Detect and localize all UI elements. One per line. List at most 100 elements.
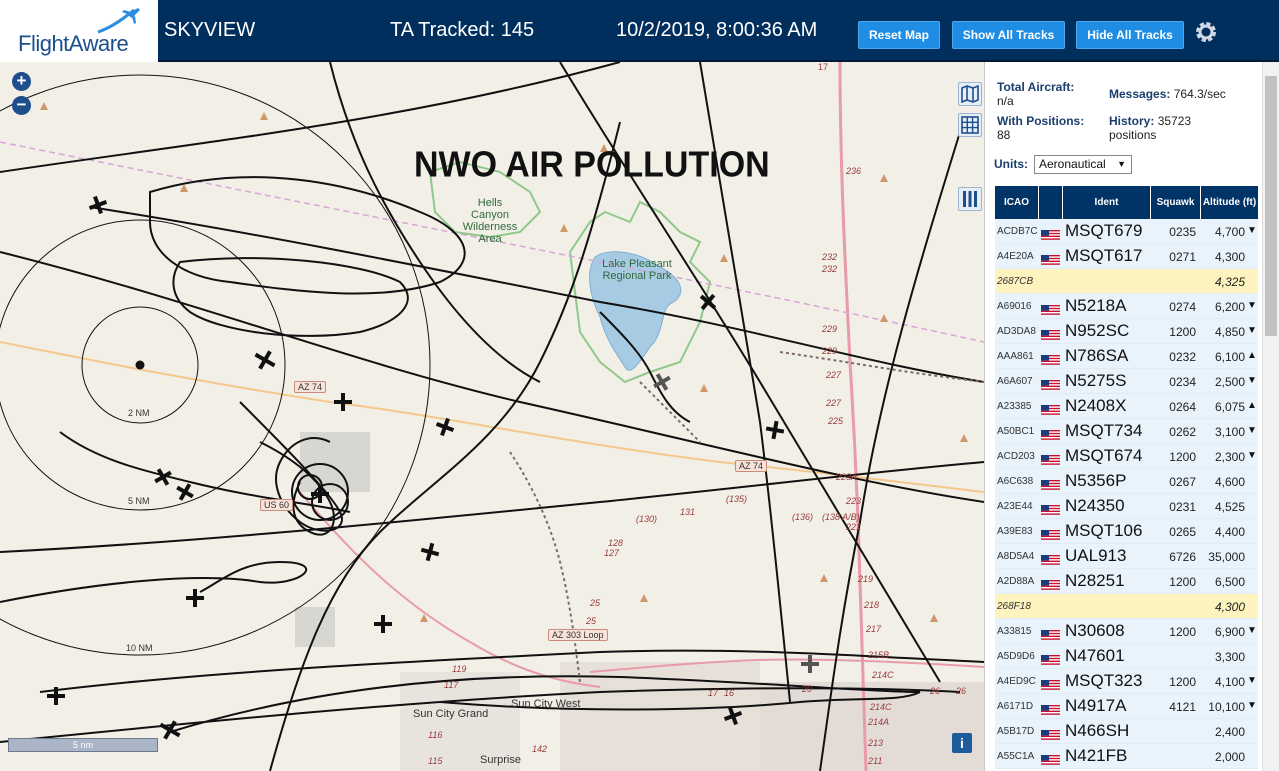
town-label: Sun City West [511, 698, 581, 710]
aircraft-squawk: 0262 [1169, 425, 1196, 439]
aircraft-icao: A4E20A [997, 251, 1034, 262]
table-row[interactable]: A6C638 N5356P 0267 4,600 [995, 469, 1258, 494]
altitude-trend-icon: ▼ [1247, 225, 1257, 236]
aircraft-altitude: 4,325 [1214, 275, 1245, 289]
highway-number: 229 [822, 324, 838, 334]
aircraft-ident: N5218A [1065, 296, 1127, 315]
aircraft-icao: ACDB7C [997, 226, 1038, 237]
hide-all-tracks-button[interactable]: Hide All Tracks [1076, 21, 1184, 49]
aircraft-ident: N24350 [1065, 496, 1125, 515]
table-row[interactable]: A69016 N5218A 0274 6,200 ▼ [995, 294, 1258, 319]
aircraft-ident: N421FB [1065, 746, 1128, 765]
aircraft-squawk: 0265 [1169, 525, 1196, 539]
panel-scrollbar[interactable] [1262, 62, 1279, 771]
aircraft-icao: AD3DA8 [997, 326, 1036, 337]
highway-number: 229 [822, 346, 838, 356]
table-row[interactable]: AD3DA8 N952SC 1200 4,850 ▼ [995, 319, 1258, 344]
aircraft-squawk: 0264 [1169, 400, 1196, 414]
road-label: AZ 303 Loop [548, 629, 608, 641]
column-header-altitude[interactable]: Altitude (ft) [1201, 186, 1258, 219]
us-flag-icon [1041, 352, 1060, 365]
altitude-trend-icon: ▼ [1247, 425, 1257, 436]
table-row[interactable]: A33815 N30608 1200 6,900 ▼ [995, 619, 1258, 644]
altitude-trend-icon: ▲ [1247, 350, 1257, 361]
map-layers-button[interactable] [958, 82, 982, 106]
grid-toggle-button[interactable] [958, 113, 982, 137]
table-row[interactable]: A2D88A N28251 1200 6,500 [995, 569, 1258, 594]
top-bar: FlightAware SKYVIEW TA Tracked: 145 10/2… [0, 0, 1279, 62]
aircraft-altitude: 6,100 [1214, 350, 1245, 364]
us-flag-icon [1041, 502, 1060, 515]
aircraft-squawk: 0235 [1169, 225, 1196, 239]
us-flag-icon [1041, 252, 1060, 265]
table-row[interactable]: A23385 N2408X 0264 6,075 ▲ [995, 394, 1258, 419]
aircraft-icao: A33815 [997, 626, 1032, 637]
aircraft-ident: MSQT679 [1065, 221, 1143, 240]
aircraft-icao: A4ED9C [997, 676, 1036, 687]
aircraft-altitude: 6,500 [1214, 575, 1245, 589]
table-row[interactable]: AAA861 N786SA 0232 6,100 ▲ [995, 344, 1258, 369]
zoom-in-button[interactable]: + [12, 72, 31, 91]
range-ring-label: 2 NM [128, 408, 150, 418]
units-selected-value: Aeronautical [1039, 157, 1106, 171]
table-row[interactable]: A4ED9C MSQT323 1200 4,100 ▼ [995, 669, 1258, 694]
aircraft-squawk: 0232 [1169, 350, 1196, 364]
flightaware-logo[interactable]: FlightAware [0, 0, 158, 62]
aircraft-ident: N28251 [1065, 571, 1125, 590]
aircraft-altitude: 6,200 [1214, 300, 1245, 314]
table-row[interactable]: A23E44 N24350 0231 4,525 [995, 494, 1258, 519]
zoom-out-button[interactable]: − [12, 96, 31, 115]
aircraft-panel: Total Aircraft: n/a With Positions: 88 M… [984, 62, 1279, 771]
scrollbar-thumb[interactable] [1265, 76, 1277, 336]
table-row[interactable]: 2687CB 4,325 [995, 269, 1258, 294]
aircraft-ident: N5356P [1065, 471, 1127, 490]
messages-value: 764.3/sec [1173, 87, 1226, 101]
show-all-tracks-button[interactable]: Show All Tracks [952, 21, 1065, 49]
us-flag-icon [1041, 302, 1060, 315]
us-flag-icon [1041, 377, 1060, 390]
table-row[interactable]: A5B17D N466SH 2,400 [995, 719, 1258, 744]
table-row[interactable]: A5D9D6 N47601 3,300 [995, 644, 1258, 669]
highway-number: 17 [818, 62, 829, 72]
column-header-icao[interactable]: ICAO [995, 186, 1039, 219]
aircraft-altitude: 3,300 [1214, 650, 1245, 664]
highway-number: 119 [452, 664, 467, 674]
table-row[interactable]: A8D5A4 UAL913 6726 35,000 [995, 544, 1258, 569]
table-row[interactable]: A50BC1 MSQT734 0262 3,100 ▼ [995, 419, 1258, 444]
aircraft-altitude: 4,300 [1214, 600, 1245, 614]
aircraft-ident: MSQT106 [1065, 521, 1143, 540]
columns-toggle-button[interactable] [958, 187, 982, 211]
aircraft-squawk: 1200 [1169, 675, 1196, 689]
table-row[interactable]: 268F18 4,300 [995, 594, 1258, 619]
units-select[interactable]: Aeronautical ▼ [1034, 155, 1132, 174]
map-canvas[interactable]: NWO AIR POLLUTION 2 NM 5 NM 10 NM AZ 74 … [0, 62, 984, 771]
aircraft-altitude: 2,400 [1214, 725, 1245, 739]
column-header-flag[interactable] [1039, 186, 1063, 219]
column-header-squawk[interactable]: Squawk [1151, 186, 1201, 219]
highway-number: 16 [724, 688, 735, 698]
logo-wordmark: FlightAware [18, 31, 129, 56]
aircraft-squawk: 1200 [1169, 450, 1196, 464]
highway-number: 227 [826, 398, 842, 408]
settings-gear-icon[interactable] [1193, 19, 1219, 45]
info-button[interactable]: i [952, 733, 972, 753]
highway-number: 131 [680, 507, 696, 517]
table-row[interactable]: A4E20A MSQT617 0271 4,300 [995, 244, 1258, 269]
highway-number: (130) [636, 514, 658, 524]
aircraft-altitude: 6,075 [1214, 400, 1245, 414]
aircraft-icao: A23E44 [997, 501, 1033, 512]
table-row[interactable]: ACD203 MSQT674 1200 2,300 ▼ [995, 444, 1258, 469]
aircraft-ident: N4917A [1065, 696, 1127, 715]
table-row[interactable]: A55C1A N421FB 2,000 [995, 744, 1258, 769]
table-row[interactable]: A6A607 N5275S 0234 2,500 ▼ [995, 369, 1258, 394]
table-row[interactable]: A39E83 MSQT106 0265 4,400 [995, 519, 1258, 544]
us-flag-icon [1041, 752, 1060, 765]
table-row[interactable]: ACDB7C MSQT679 0235 4,700 ▼ [995, 219, 1258, 244]
column-header-ident[interactable]: Ident [1063, 186, 1151, 219]
highway-number: 116 [428, 730, 443, 740]
highway-number: 117 [444, 680, 459, 690]
table-header: ICAO Ident Squawk Altitude (ft) [995, 186, 1258, 219]
reset-map-button[interactable]: Reset Map [858, 21, 940, 49]
table-row[interactable]: A6171D N4917A 4121 10,100 ▼ [995, 694, 1258, 719]
us-flag-icon [1041, 227, 1060, 240]
